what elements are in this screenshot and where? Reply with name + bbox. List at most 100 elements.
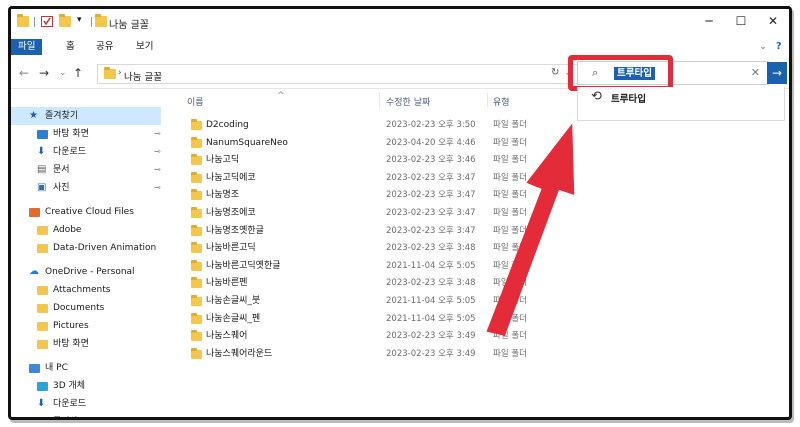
help-icon[interactable]: ? [769,39,789,55]
tab-share[interactable]: 공유 [89,39,120,55]
folder-icon [191,224,202,236]
sidebar-item[interactable]: ⬇ 다운로드 [11,395,161,413]
cloud-icon: ☁ [29,266,39,277]
sidebar-item-label: Data-Driven Animation [53,243,157,253]
file-row[interactable]: 나눔스퀘어라운드 2023-02-23 오후 3:49 파일 폴더 [185,346,555,363]
file-row[interactable]: 나눔바른펜 2023-02-23 오후 3:48 파일 폴더 [185,275,555,292]
folder-icon [191,242,202,254]
sidebar-item[interactable]: Data-Driven Animation [11,239,161,257]
column-divider[interactable] [487,93,488,107]
sidebar-item[interactable]: Creative Cloud Files [11,203,161,221]
folder-icon [191,312,202,324]
file-row[interactable]: 나눔고딕 2023-02-23 오후 3:46 파일 폴더 [185,152,555,169]
column-header-name[interactable]: 이름 [187,95,204,108]
pin-icon: ⊸ [154,129,161,138]
file-date: 2023-02-23 오후 3:48 [386,243,476,254]
file-date: 2023-02-23 오후 3:48 [386,278,476,289]
search-go-button[interactable]: → [767,62,787,84]
pin-icon: ⊸ [154,183,161,192]
recent-locations-icon[interactable]: ⌄ [59,68,67,78]
file-list: 이름 ^ 수정한 날짜 유형 D2coding 2023-02-23 오후 3:5… [181,91,561,417]
maximize-button[interactable]: ☐ [727,12,755,30]
sidebar-item[interactable]: Pictures [11,317,161,335]
sidebar-item[interactable]: 3D 개체 [11,377,161,395]
sidebar-item[interactable]: ▣ 사진 ⊸ [11,179,161,197]
sidebar-item[interactable]: Documents [11,299,161,317]
column-divider[interactable] [379,93,380,107]
file-row[interactable]: 나눔명조옛한글 2023-02-23 오후 3:47 파일 폴더 [185,223,555,240]
sidebar-item[interactable]: 내 PC [11,359,161,377]
properties-icon[interactable] [41,16,53,27]
tab-view[interactable]: 보기 [129,39,160,55]
folder-icon [104,67,116,79]
file-type: 파일 폴더 [493,155,527,166]
refresh-button[interactable]: ↻ [551,67,559,78]
window-title: 나눔 글꼴 [109,20,149,31]
folder-icon [191,295,202,306]
sidebar-item-label: 내 PC [45,363,68,373]
file-date: 2021-11-04 오후 5:05 [386,296,476,306]
up-button[interactable]: ↑ [73,66,83,80]
file-row[interactable]: 나눔바른고딕 2023-02-23 오후 3:48 파일 폴더 [185,240,555,257]
pin-icon: ⊸ [154,147,161,156]
file-row[interactable]: 나눔고딕에코 2023-02-23 오후 3:47 파일 폴더 [185,170,555,187]
folder-icon [191,171,202,183]
sidebar-item[interactable]: 바탕 화면 ⊸ [11,125,161,143]
sidebar-item-label: 동영상 [53,413,78,417]
pc-icon [29,364,40,373]
file-row[interactable]: 나눔손글씨_펜 2021-11-04 오후 5:05 파일 폴더 [185,311,555,328]
navigation-bar: ← → ⌄ ↑ › 나눔 글꼴 ⌄ ↻ ⌕ 트루타입 ✕ → [11,55,789,91]
file-row[interactable]: D2coding 2023-02-23 오후 3:50 파일 폴더 [185,117,555,134]
sidebar-item[interactable]: ☁ OneDrive - Personal [11,263,161,281]
file-row[interactable]: 나눔바른고딕옛한글 2021-11-04 오후 5:05 파일 폴더 [185,258,555,275]
file-type: 파일 폴더 [493,348,527,359]
sidebar-item[interactable]: Adobe [11,221,161,239]
sidebar-item[interactable]: 바탕 화면 [11,335,161,353]
download-icon: ⬇ [37,398,46,409]
file-type: 파일 폴더 [493,296,527,306]
sidebar-item-label: Pictures [53,321,89,331]
sidebar-item-label: Attachments [53,285,111,295]
file-date: 2021-11-04 오후 5:05 [386,313,476,324]
file-row[interactable]: 나눔손글씨_붓 2021-11-04 오후 5:05 파일 폴더 [185,293,555,310]
cube-icon [37,382,48,391]
sidebar-item-label: 사진 [53,183,70,193]
close-button[interactable]: ✕ [759,12,787,30]
explorer-window: ▾ 나눔 글꼴 ─ ☐ ✕ 파일 홈 공유 보기 ⌄ ? ← → ⌄ ↑ › 나… [8,6,792,420]
address-path[interactable]: 나눔 글꼴 [124,69,162,83]
sidebar-item[interactable]: Attachments [11,281,161,299]
creative-cloud-icon [29,208,40,217]
back-button[interactable]: ← [19,66,29,80]
file-type: 파일 폴더 [493,260,527,271]
forward-button[interactable]: → [39,66,49,80]
video-icon [37,418,48,420]
search-suggestion-item[interactable]: 트루타입 [611,91,646,105]
clear-search-button[interactable]: ✕ [751,66,760,79]
minimize-button[interactable]: ─ [695,12,723,30]
file-row[interactable]: 나눔스퀘어 2023-02-23 오후 3:49 파일 폴더 [185,328,555,345]
folder-icon [191,207,202,218]
sidebar-item-label: 3D 개체 [53,381,86,391]
column-header-type[interactable]: 유형 [493,95,510,108]
tab-home[interactable]: 홈 [59,39,82,55]
file-row[interactable]: 나눔명조 2023-02-23 오후 3:47 파일 폴더 [185,187,555,204]
file-date: 2023-02-23 오후 3:49 [386,331,476,342]
file-name: D2coding [206,120,249,130]
tab-file[interactable]: 파일 [11,39,43,55]
new-folder-icon[interactable] [59,14,71,27]
file-name: 나눔손글씨_붓 [206,296,261,306]
sidebar-item[interactable]: ⬇ 다운로드 ⊸ [11,143,161,161]
file-row[interactable]: 나눔명조에코 2023-02-23 오후 3:47 파일 폴더 [185,205,555,222]
file-date: 2023-02-23 오후 3:49 [386,348,476,359]
file-row[interactable]: NanumSquareNeo 2023-04-20 오후 4:46 파일 폴더 [185,135,555,152]
column-header-date[interactable]: 수정한 날짜 [386,95,430,108]
sidebar-item[interactable]: ▤ 문서 ⊸ [11,161,161,179]
title-bar: ▾ 나눔 글꼴 ─ ☐ ✕ [11,9,789,35]
quick-access-dropdown-icon[interactable]: ▾ [77,15,87,26]
sidebar-item[interactable]: 동영상 [11,413,161,420]
folder-icon [95,14,107,27]
sidebar-item[interactable]: ★ 즐겨찾기 [11,107,161,125]
address-bar[interactable]: › 나눔 글꼴 ⌄ [97,64,579,84]
sidebar-item-label: 바탕 화면 [53,129,89,139]
sidebar-item-label: Creative Cloud Files [45,207,134,217]
